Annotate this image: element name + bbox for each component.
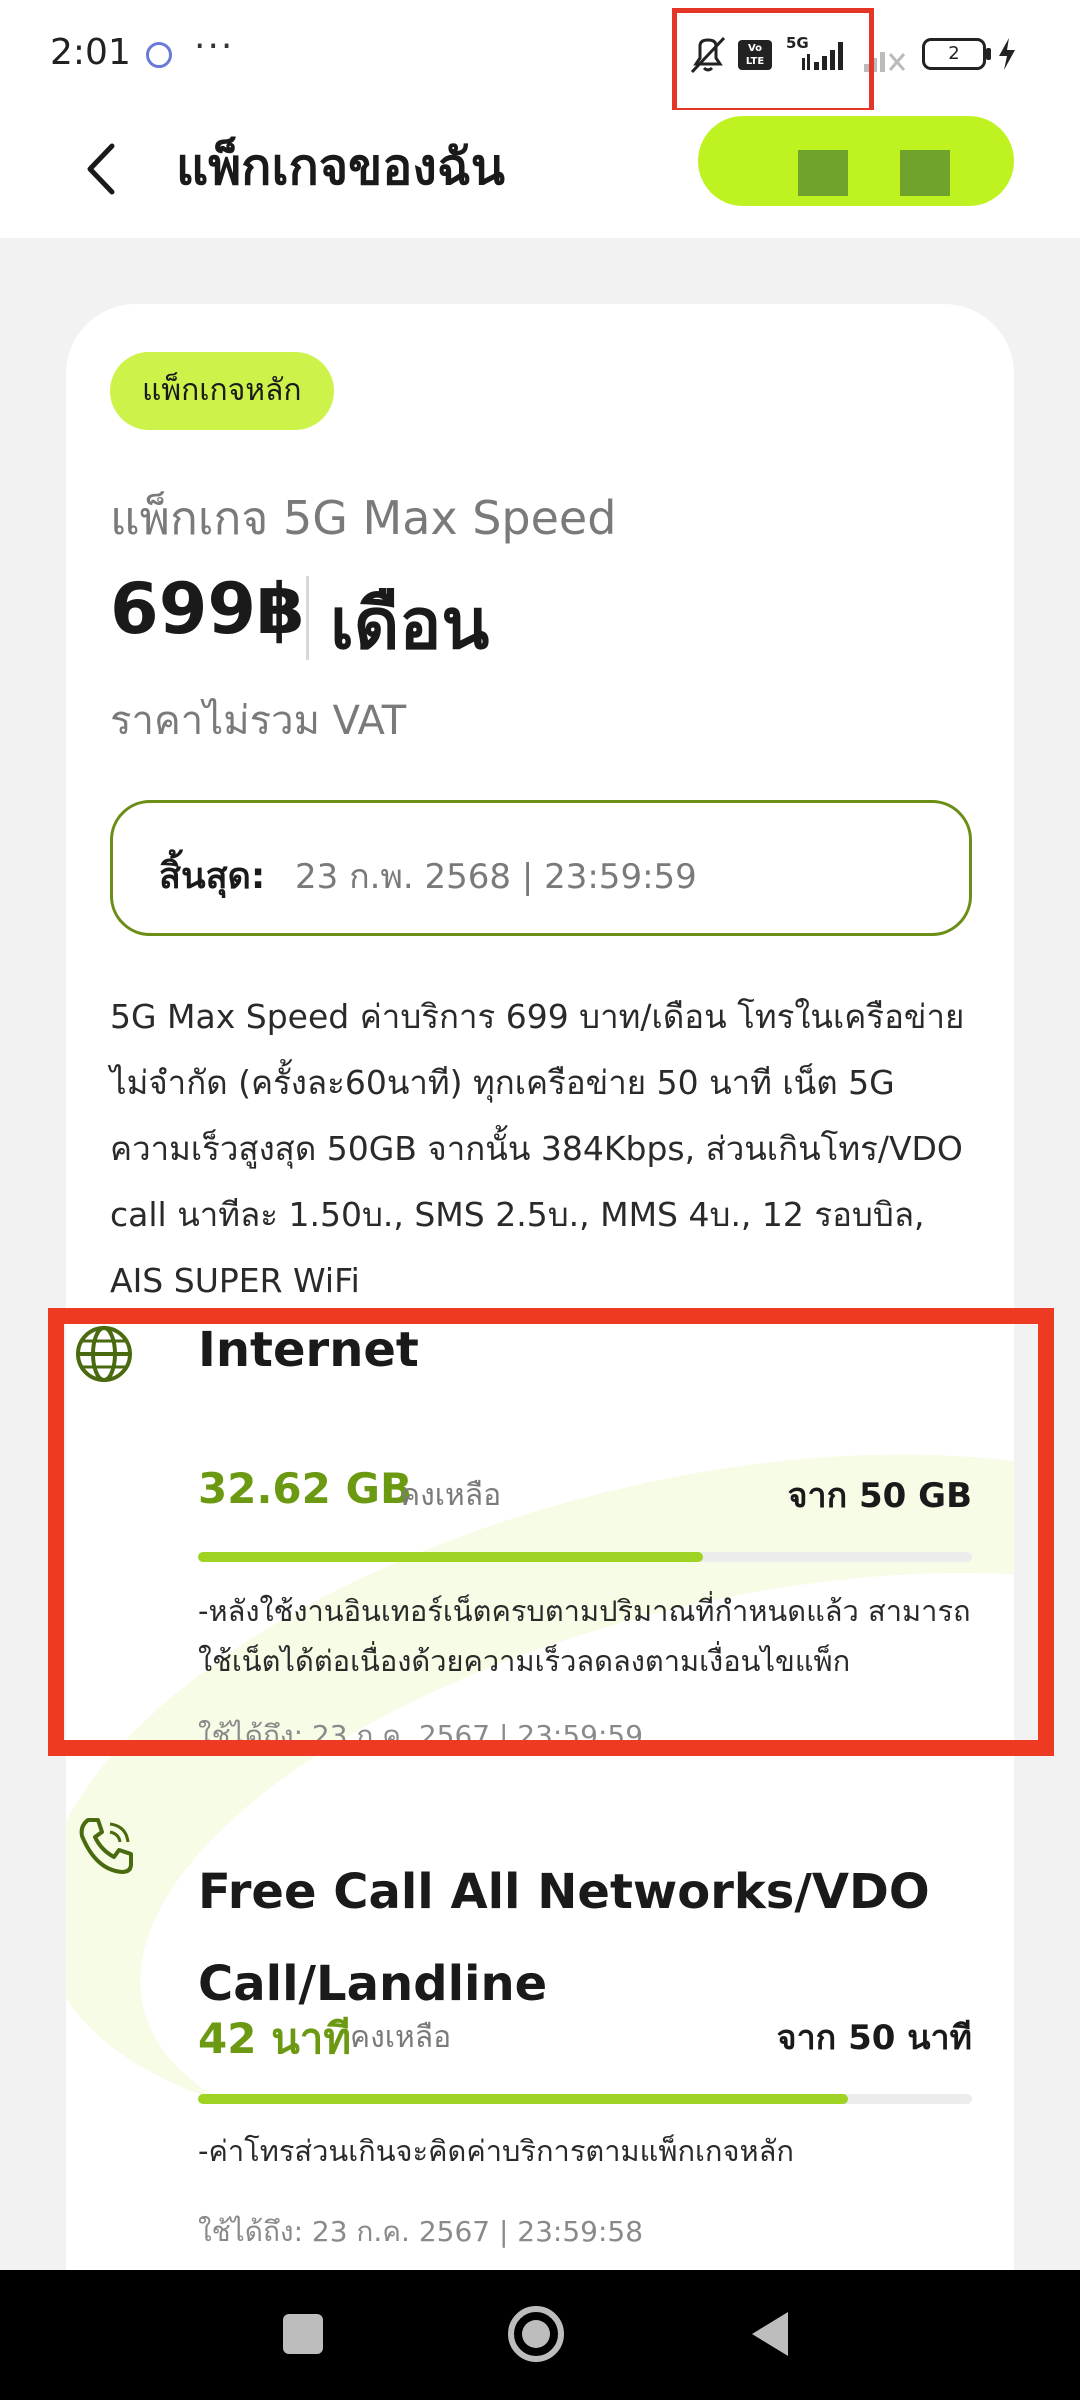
quota-remaining-label: คงเหลือ: [350, 2020, 452, 2055]
package-name: แพ็กเกจ 5G Max Speed: [110, 491, 617, 545]
status-icons-highlight: [672, 8, 874, 113]
recent-apps-icon[interactable]: [283, 2314, 323, 2354]
battery-tip: [986, 48, 991, 60]
quota-progress-fill: [198, 2094, 849, 2104]
status-more-icon: ···: [194, 26, 235, 67]
header-action-pill[interactable]: [698, 116, 1014, 206]
package-description: 5G Max Speed ค่าบริการ 699 บาท/เดือน โทร…: [110, 997, 965, 1300]
redacted-block: [900, 150, 950, 196]
main-package-badge: แพ็กเกจหลัก: [110, 352, 334, 430]
charging-icon: [999, 38, 1015, 70]
quota-progress-track: [198, 2094, 972, 2104]
expiry-value: 23 ก.พ. 2568 | 23:59:59: [295, 857, 697, 897]
quota-total: จาก 50 นาที: [776, 2018, 972, 2058]
quota-title: Free Call All Networks/VDO Call/Landline: [198, 1864, 930, 2012]
price-unit: เดือน: [330, 583, 490, 665]
quota-valid-until: ใช้ได้ถึง: 23 ก.ค. 2567 | 23:59:58: [198, 2215, 644, 2248]
expiry-box: สิ้นสุด: 23 ก.พ. 2568 | 23:59:59: [110, 800, 972, 936]
notification-app-icon: [146, 42, 172, 68]
back-chevron-icon[interactable]: [78, 134, 124, 204]
home-icon-dot: [522, 2320, 550, 2348]
battery-icon: 2: [922, 38, 986, 70]
phone-call-icon: [79, 1818, 133, 1874]
quota-remaining: 42 นาที: [198, 2014, 352, 2063]
package-price: 699฿: [110, 568, 305, 650]
system-nav-bar: [0, 2270, 1080, 2400]
redacted-block: [798, 150, 848, 196]
price-divider: [306, 576, 309, 660]
expiry-label: สิ้นสุด:: [159, 856, 266, 897]
back-icon[interactable]: [750, 2310, 790, 2358]
quota-note: -ค่าโทรส่วนเกินจะคิดค่าบริการตามแพ็กเกจห…: [198, 2134, 794, 2168]
app-header: แพ็กเกจของฉัน: [0, 110, 1080, 238]
status-bar: 2:01 ··· Vo LTE 5G 2: [0, 0, 1080, 110]
home-icon[interactable]: [508, 2306, 564, 2362]
status-time: 2:01: [50, 32, 131, 73]
page-title: แพ็กเกจของฉัน: [176, 138, 505, 196]
vat-note: ราคาไม่รวม VAT: [110, 698, 407, 744]
internet-quota-highlight: [48, 1308, 1054, 1756]
